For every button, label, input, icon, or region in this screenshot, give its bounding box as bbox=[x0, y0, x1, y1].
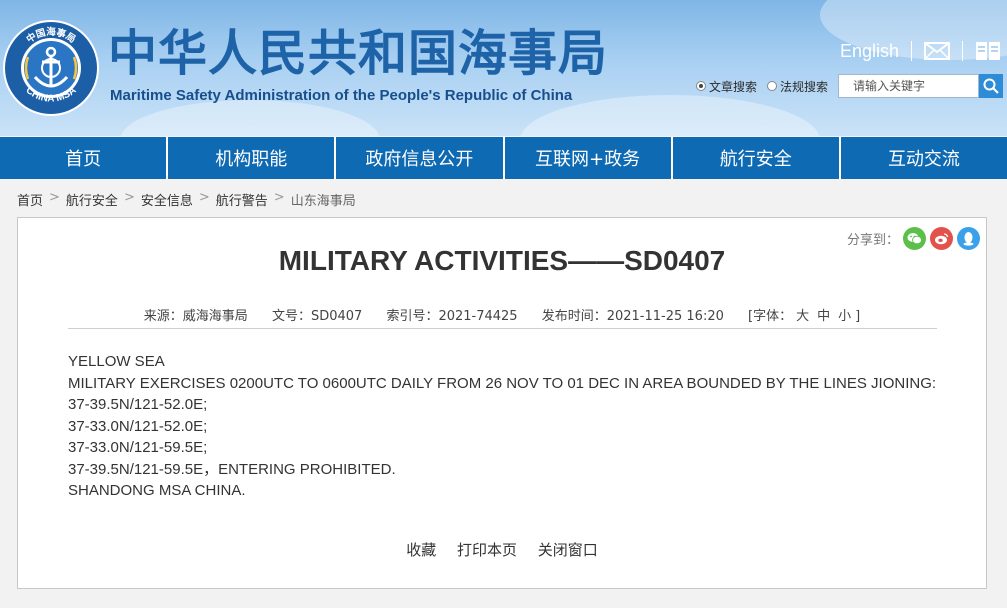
article-actions: 收藏 打印本页 关闭窗口 bbox=[18, 539, 986, 560]
english-link[interactable]: English bbox=[840, 41, 899, 62]
chevron-right-icon: > bbox=[198, 190, 210, 205]
breadcrumb: 首页 > 航行安全 > 安全信息 > 航行警告 > 山东海事局 bbox=[17, 190, 356, 209]
msa-logo[interactable]: 中国海事局 CHINA MSA bbox=[2, 19, 100, 117]
meta-index-no: 索引号：2021-74425 bbox=[386, 309, 518, 324]
font-size-label: [字体： bbox=[748, 309, 793, 324]
meta-source: 来源：威海海事局 bbox=[143, 309, 248, 324]
nav-item-functions[interactable]: 机构职能 bbox=[168, 137, 337, 179]
body-line: 37-39.5N/121-52.0E; bbox=[68, 396, 208, 413]
breadcrumb-shandong-msa[interactable]: 山东海事局 bbox=[291, 190, 356, 209]
radio-law-search[interactable]: 法规搜索 bbox=[766, 78, 828, 95]
mail-icon[interactable] bbox=[924, 42, 950, 60]
radio-dot[interactable] bbox=[766, 81, 777, 91]
font-size-large[interactable]: 大 bbox=[796, 309, 809, 324]
meta-doc-no: 文号：SD0407 bbox=[271, 309, 363, 324]
main-nav: 首页 机构职能 政府信息公开 互联网+政务 航行安全 互动交流 bbox=[0, 137, 1007, 179]
body-line: 37-39.5N/121-59.5E，ENTERING PROHIBITED. bbox=[68, 460, 396, 478]
body-line: 37-33.0N/121-59.5E; bbox=[68, 439, 208, 456]
site-title-en: Maritime Safety Administration of the Pe… bbox=[110, 87, 573, 104]
site-title-cn: 中华人民共和国海事局 bbox=[108, 25, 609, 82]
breadcrumb-home[interactable]: 首页 bbox=[17, 190, 43, 209]
chevron-right-icon: > bbox=[273, 190, 285, 205]
nav-item-interaction[interactable]: 互动交流 bbox=[841, 137, 1007, 179]
font-size-medium[interactable]: 中 bbox=[817, 309, 830, 324]
breadcrumb-safety-info[interactable]: 安全信息 bbox=[141, 190, 193, 209]
search-input[interactable]: 请输入关键字 bbox=[838, 74, 979, 98]
search-button[interactable] bbox=[979, 74, 1003, 98]
favorite-link[interactable]: 收藏 bbox=[406, 541, 436, 559]
nav-item-navigation-safety[interactable]: 航行安全 bbox=[673, 137, 841, 179]
body-line: 37-33.0N/121-52.0E; bbox=[68, 417, 208, 435]
font-size-close: ] bbox=[855, 309, 861, 324]
print-link[interactable]: 打印本页 bbox=[457, 541, 517, 559]
book-icon[interactable] bbox=[975, 40, 1001, 62]
radio-article-label: 文章搜索 bbox=[708, 79, 757, 94]
body-line: MILITARY EXERCISES 0200UTC TO 0600UTC DA… bbox=[68, 374, 937, 392]
divider bbox=[911, 41, 912, 61]
article-panel: 分享到： MILITARY ACTIVITIES——SD0407 来源：威海海事… bbox=[17, 217, 987, 589]
header-cloud bbox=[120, 100, 380, 136]
nav-item-gov-info[interactable]: 政府信息公开 bbox=[336, 137, 505, 179]
meta-published: 发布时间：2021-11-25 16:20 bbox=[541, 309, 724, 324]
top-links: English bbox=[840, 38, 1001, 64]
radio-law-label: 法规搜索 bbox=[779, 79, 828, 94]
body-line: YELLOW SEA bbox=[68, 353, 165, 370]
article-body: YELLOW SEA MILITARY EXERCISES 0200UTC TO… bbox=[68, 351, 938, 502]
nav-item-internet-gov[interactable]: 互联网+政务 bbox=[505, 137, 673, 179]
breadcrumb-navigation-safety[interactable]: 航行安全 bbox=[66, 190, 118, 209]
radio-article-search[interactable]: 文章搜索 bbox=[695, 78, 757, 95]
site-header: 中国海事局 CHINA MSA 中华人民共和国海事局 Maritime Safe… bbox=[0, 0, 1007, 136]
radio-dot-selected[interactable] bbox=[695, 81, 706, 91]
font-size-small[interactable]: 小 bbox=[838, 309, 851, 324]
article-meta: 来源：威海海事局 文号：SD0407 索引号：2021-74425 发布时间：2… bbox=[18, 305, 986, 324]
search-area: 文章搜索 法规搜索 请输入关键字 bbox=[695, 73, 1003, 99]
font-size-control: [字体：大中小] bbox=[748, 309, 860, 324]
chevron-right-icon: > bbox=[49, 190, 60, 205]
search-icon bbox=[983, 78, 999, 94]
nav-item-home[interactable]: 首页 bbox=[0, 137, 169, 179]
title-divider bbox=[68, 328, 937, 329]
breadcrumb-nav-warnings[interactable]: 航行警告 bbox=[216, 190, 268, 209]
body-line: SHANDONG MSA CHINA. bbox=[68, 482, 246, 499]
article-title: MILITARY ACTIVITIES——SD0407 bbox=[278, 245, 726, 276]
chevron-right-icon: > bbox=[123, 190, 135, 205]
divider bbox=[962, 41, 963, 61]
close-window-link[interactable]: 关闭窗口 bbox=[538, 541, 598, 559]
